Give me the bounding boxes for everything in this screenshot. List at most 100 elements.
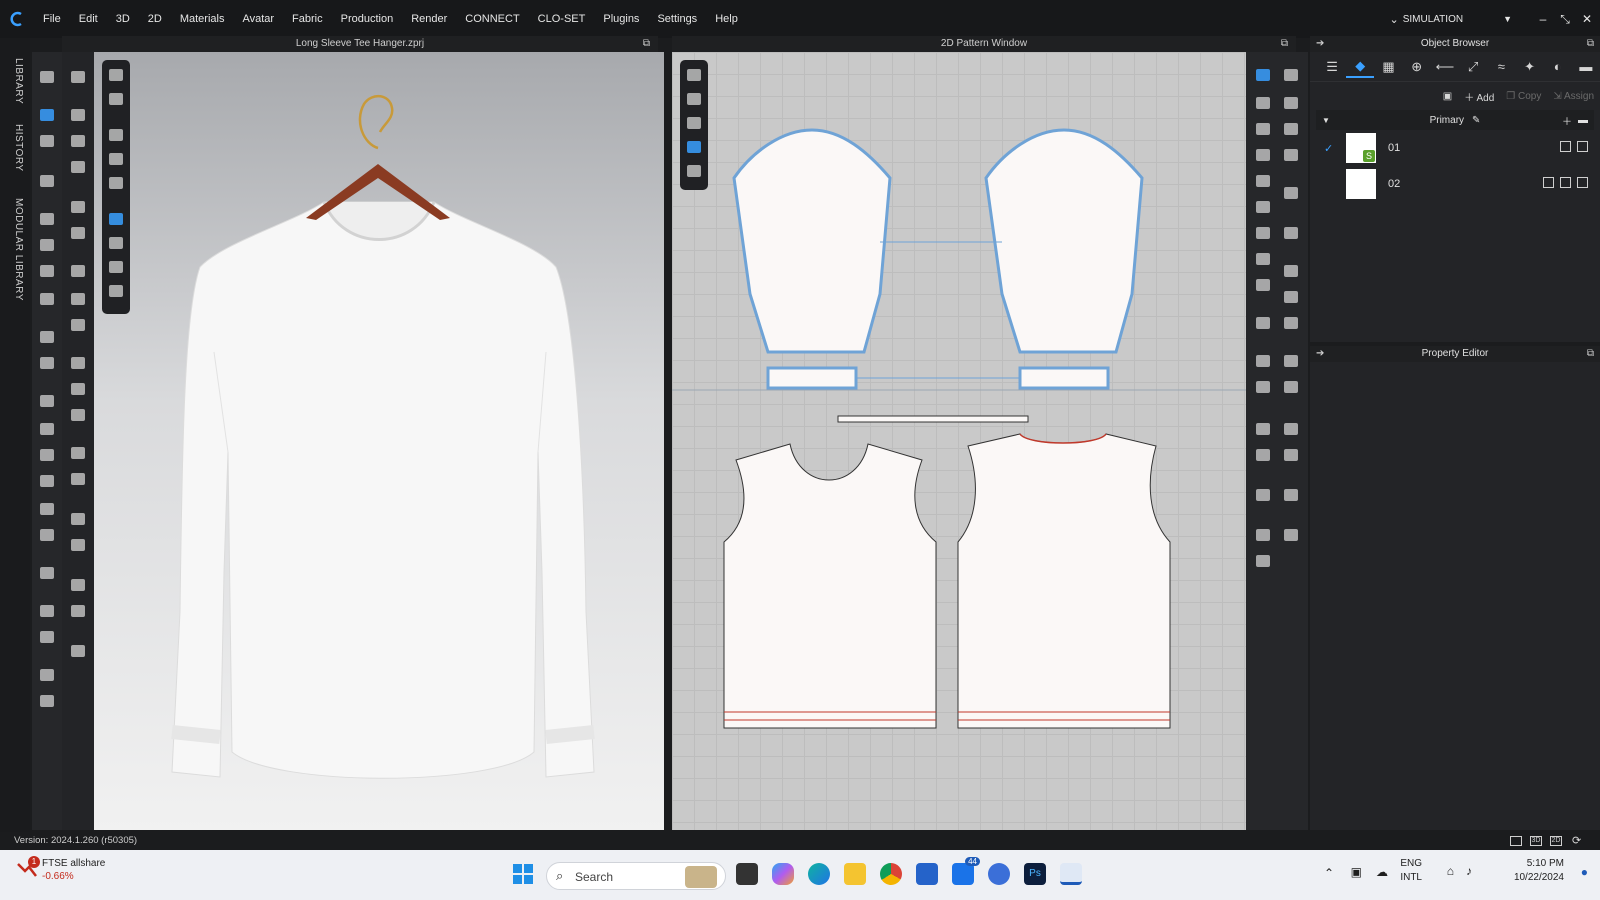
mail-icon[interactable]: 44 bbox=[952, 857, 980, 885]
popout-2d-icon[interactable]: ⧉ bbox=[1281, 36, 1288, 52]
sew-2-icon[interactable] bbox=[67, 470, 89, 488]
popout-3d-icon[interactable]: ⧉ bbox=[643, 36, 650, 52]
menu-connect[interactable]: CONNECT bbox=[465, 13, 519, 25]
polygon-icon[interactable] bbox=[1252, 120, 1274, 138]
fold-arrange-3-icon[interactable] bbox=[67, 158, 89, 176]
fabric-solid-icon[interactable] bbox=[105, 234, 127, 252]
grading-icon[interactable] bbox=[683, 162, 705, 180]
2d-pattern-viewport[interactable] bbox=[672, 52, 1246, 830]
cube-icon[interactable] bbox=[67, 510, 89, 528]
pattern-icon[interactable] bbox=[67, 316, 89, 334]
menu-render[interactable]: Render bbox=[411, 13, 447, 25]
garment-display-icon[interactable] bbox=[105, 126, 127, 144]
select-mesh-icon[interactable] bbox=[36, 132, 58, 150]
clock-date[interactable]: 10/22/2024 bbox=[1514, 872, 1564, 883]
tab-history[interactable]: HISTORY bbox=[6, 124, 24, 172]
menu-avatar[interactable]: Avatar bbox=[242, 13, 274, 25]
button-icon[interactable] bbox=[36, 500, 58, 518]
edit-pencil-icon[interactable]: ✎ bbox=[1472, 115, 1480, 126]
menu-3d[interactable]: 3D bbox=[116, 13, 130, 25]
text-2-icon[interactable] bbox=[1252, 446, 1274, 464]
colorway-group-row[interactable]: ▼ Primary ✎ ＋ ▬ bbox=[1316, 110, 1594, 130]
chrome-icon[interactable] bbox=[880, 863, 902, 885]
box-2-icon[interactable] bbox=[67, 576, 89, 594]
taskbar-search[interactable]: ⌕ Search bbox=[546, 862, 726, 890]
tool-a-icon[interactable] bbox=[1280, 66, 1302, 84]
environment-icon[interactable] bbox=[105, 282, 127, 300]
copilot-icon[interactable] bbox=[772, 863, 794, 885]
apply-icon[interactable] bbox=[1560, 141, 1571, 152]
menu-clo-set[interactable]: CLO-SET bbox=[538, 13, 586, 25]
clo-active-icon[interactable] bbox=[1060, 863, 1082, 885]
duplicate-2-icon[interactable] bbox=[1577, 177, 1588, 188]
fold-arrange-2-icon[interactable] bbox=[67, 132, 89, 150]
windows-start-icon[interactable] bbox=[512, 863, 534, 885]
material-row-01[interactable]: ✓ S 01 bbox=[1316, 130, 1594, 166]
fit-map-icon[interactable] bbox=[36, 666, 58, 684]
duplicate-icon[interactable] bbox=[1577, 141, 1588, 152]
refresh-icon[interactable]: ⟳ bbox=[1572, 834, 1581, 847]
topstitch-2-icon[interactable] bbox=[1252, 552, 1274, 570]
menu-materials[interactable]: Materials bbox=[180, 13, 225, 25]
grid-icon[interactable] bbox=[1252, 486, 1274, 504]
list-icon[interactable]: ☰ bbox=[1318, 56, 1346, 78]
garment-icon[interactable] bbox=[36, 692, 58, 710]
restore-icon[interactable]: ⤡ bbox=[1556, 12, 1574, 27]
table-icon[interactable] bbox=[1280, 526, 1302, 544]
fabric-texture-icon[interactable] bbox=[105, 210, 127, 228]
fold-2d-icon[interactable] bbox=[1252, 314, 1274, 332]
stitch-icon[interactable] bbox=[1280, 420, 1302, 438]
add-button[interactable]: ＋ Add bbox=[1464, 89, 1494, 104]
tab-library[interactable]: LIBRARY bbox=[6, 58, 24, 104]
menu-edit[interactable]: Edit bbox=[79, 13, 98, 25]
box-icon[interactable] bbox=[67, 536, 89, 554]
mode-selector[interactable]: SIMULATION bbox=[1403, 14, 1463, 25]
pants-icon[interactable] bbox=[36, 472, 58, 490]
seam-2-icon[interactable] bbox=[1252, 378, 1274, 396]
button-tab-icon[interactable]: ⊕ bbox=[1403, 56, 1431, 78]
zipper-icon[interactable] bbox=[36, 526, 58, 544]
cut-icon[interactable] bbox=[1252, 250, 1274, 268]
internal-rect-icon[interactable] bbox=[1252, 198, 1274, 216]
tool-d-icon[interactable] bbox=[1280, 146, 1302, 164]
pin-icon[interactable] bbox=[36, 210, 58, 228]
language-bottom[interactable]: INTL bbox=[1400, 872, 1422, 883]
pattern-display-icon[interactable] bbox=[105, 150, 127, 168]
info-icon[interactable] bbox=[683, 114, 705, 132]
arrange-icon[interactable] bbox=[1280, 262, 1302, 280]
panel-arrow-icon[interactable]: ➔ bbox=[1316, 36, 1324, 52]
check-icon[interactable]: ✓ bbox=[1324, 142, 1333, 155]
view-mode-icon[interactable] bbox=[105, 66, 127, 84]
avatar-show-icon[interactable] bbox=[105, 174, 127, 192]
layout-icon[interactable] bbox=[1510, 836, 1522, 846]
paint-icon[interactable] bbox=[67, 262, 89, 280]
tray-chevron-icon[interactable]: ⌃ bbox=[1324, 866, 1334, 880]
transform-pattern-icon[interactable] bbox=[1252, 66, 1274, 84]
file-explorer-icon[interactable] bbox=[844, 863, 866, 885]
zipper-tab-icon[interactable]: ≈ bbox=[1487, 56, 1515, 78]
drape-icon[interactable] bbox=[36, 68, 58, 86]
popout-property-icon[interactable]: ⧉ bbox=[1587, 346, 1594, 362]
button-2-icon[interactable] bbox=[67, 380, 89, 398]
photoshop-icon[interactable]: Ps bbox=[1024, 863, 1046, 885]
edge-icon[interactable] bbox=[808, 863, 830, 885]
minimize-icon[interactable]: – bbox=[1534, 12, 1552, 26]
pin-box-icon[interactable] bbox=[36, 236, 58, 254]
trim-2-icon[interactable] bbox=[67, 224, 89, 242]
menu-plugins[interactable]: Plugins bbox=[603, 13, 639, 25]
measure-icon[interactable] bbox=[36, 290, 58, 308]
shirt-icon[interactable] bbox=[36, 446, 58, 464]
trim-tab-icon[interactable]: ✦ bbox=[1515, 56, 1543, 78]
rectangle-icon[interactable] bbox=[1252, 146, 1274, 164]
tab-modular-library[interactable]: MODULAR LIBRARY bbox=[6, 198, 24, 301]
menu-file[interactable]: File bbox=[43, 13, 61, 25]
topstitch-tab-icon[interactable]: ⤢ bbox=[1459, 56, 1487, 78]
tape-icon[interactable] bbox=[36, 628, 58, 646]
piping-tab-icon[interactable]: ◐ bbox=[1544, 56, 1572, 78]
collapse-icon[interactable]: ▼ bbox=[1322, 116, 1330, 125]
menu-fabric[interactable]: Fabric bbox=[292, 13, 323, 25]
brush-icon[interactable] bbox=[36, 354, 58, 372]
shirt-2d-icon[interactable] bbox=[1280, 224, 1302, 242]
pattern-show-icon[interactable] bbox=[683, 90, 705, 108]
menu-2d[interactable]: 2D bbox=[148, 13, 162, 25]
